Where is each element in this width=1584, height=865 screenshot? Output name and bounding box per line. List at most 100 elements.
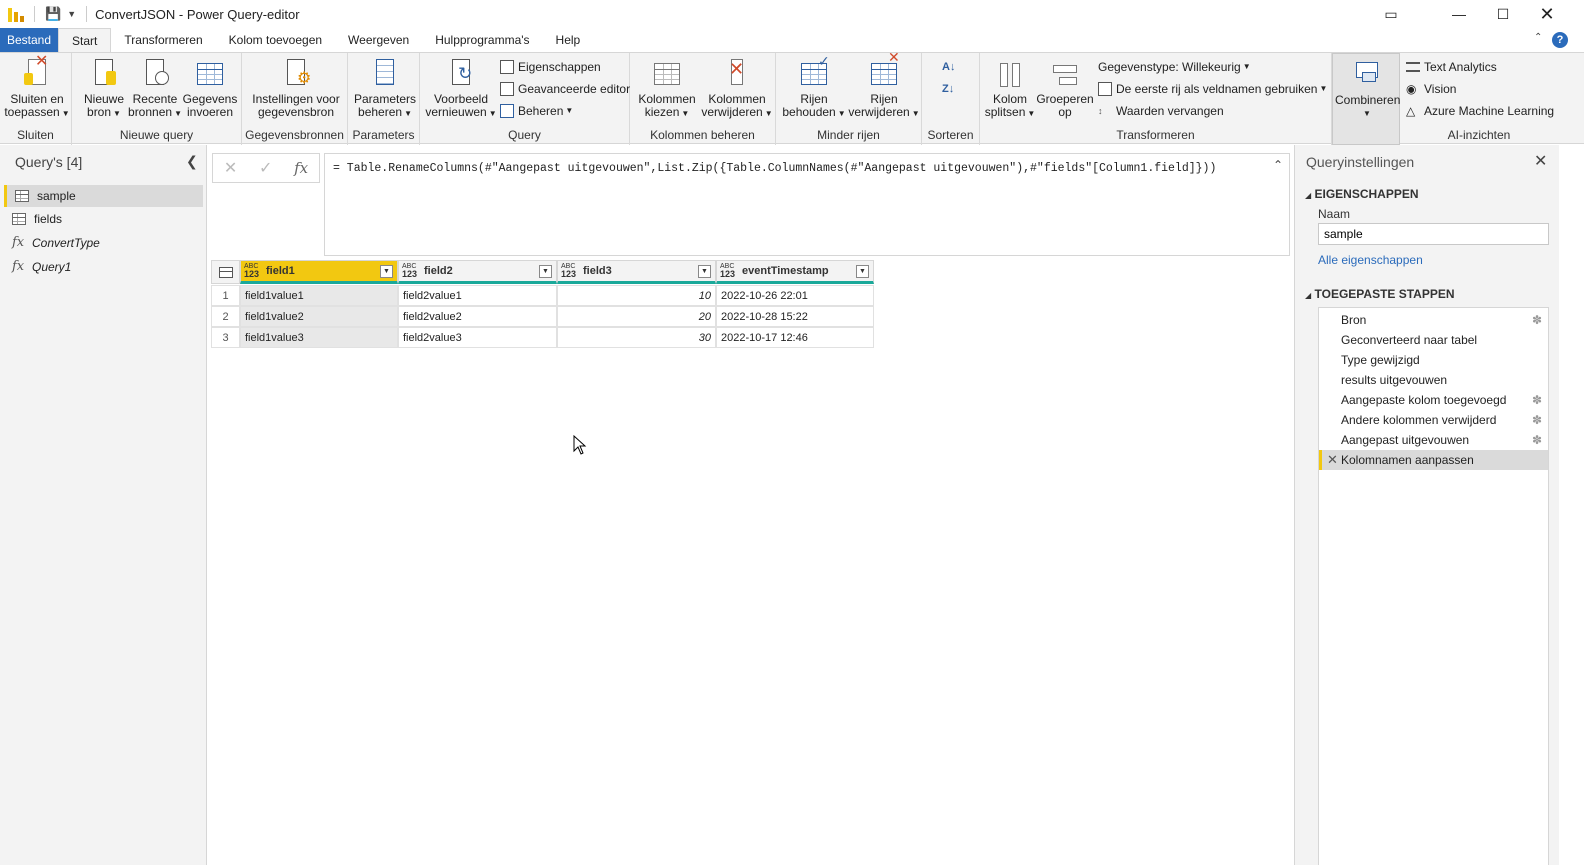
query-name-input[interactable] bbox=[1318, 223, 1549, 245]
text-analytics-button[interactable]: Text Analytics bbox=[1406, 57, 1497, 77]
cancel-formula-icon[interactable]: ✕ bbox=[224, 158, 237, 178]
choose-columns-button[interactable]: Kolommen kiezen ▼ bbox=[636, 57, 698, 120]
properties-section-title[interactable]: ◢ EIGENSCHAPPEN bbox=[1305, 187, 1419, 201]
step-item-aangepaste-kolom[interactable]: Aangepaste kolom toegevoegd ✽ bbox=[1319, 390, 1548, 410]
applied-steps-section-title[interactable]: ◢ TOEGEPASTE STAPPEN bbox=[1305, 287, 1455, 301]
row-number[interactable]: 3 bbox=[211, 327, 240, 348]
combine-button[interactable]: Combineren ▼ bbox=[1335, 58, 1400, 120]
tab-hulpprogrammas[interactable]: Hulpprogramma's bbox=[422, 28, 542, 52]
row-number[interactable]: 1 bbox=[211, 285, 240, 306]
table-cell[interactable]: field2value1 bbox=[398, 285, 557, 306]
split-column-button[interactable]: Kolom splitsen ▼ bbox=[984, 57, 1036, 120]
formula-bar[interactable]: = Table.RenameColumns(#"Aangepast uitgev… bbox=[324, 153, 1290, 256]
help-icon[interactable]: ? bbox=[1552, 32, 1568, 48]
enter-data-button[interactable]: Gegevens invoeren bbox=[182, 57, 238, 119]
collapse-queries-icon[interactable]: ❮ bbox=[186, 153, 198, 170]
column-header-field3[interactable]: ABC 123 field3 ▼ bbox=[557, 260, 716, 284]
sort-descending-button[interactable]: Z↓ bbox=[942, 79, 954, 99]
close-window-button[interactable]: ✕ bbox=[1524, 0, 1570, 28]
tab-bestand[interactable]: Bestand bbox=[0, 28, 59, 52]
group-parameters: Parameters beheren ▼ Parameters bbox=[348, 53, 420, 145]
row-number[interactable]: 2 bbox=[211, 306, 240, 327]
manage-params-button[interactable]: Parameters beheren ▼ bbox=[352, 57, 418, 120]
all-properties-link[interactable]: Alle eigenschappen bbox=[1318, 253, 1423, 267]
gear-icon[interactable]: ✽ bbox=[1532, 390, 1542, 410]
step-item-andere-kolommen[interactable]: Andere kolommen verwijderd ✽ bbox=[1319, 410, 1548, 430]
filter-dropdown-icon[interactable]: ▼ bbox=[698, 265, 711, 278]
properties-button[interactable]: Eigenschappen bbox=[500, 57, 601, 77]
confirm-formula-icon[interactable]: ✓ bbox=[259, 158, 272, 178]
close-settings-icon[interactable]: ✕ bbox=[1534, 151, 1547, 171]
table-cell[interactable]: 2022-10-26 22:01 bbox=[716, 285, 874, 306]
replace-values-button[interactable]: ↕ Waarden vervangen bbox=[1098, 101, 1224, 121]
step-item-geconverteerd[interactable]: Geconverteerd naar tabel bbox=[1319, 330, 1548, 350]
query-item-fields[interactable]: fields bbox=[4, 208, 203, 230]
query-item-sample[interactable]: sample bbox=[4, 185, 203, 207]
table-cell[interactable]: 30 bbox=[557, 327, 716, 348]
restore-ribbon-icon[interactable]: ▭ bbox=[1368, 0, 1414, 28]
table-cell[interactable]: field1value2 bbox=[240, 306, 398, 327]
step-item-type-gewijzigd[interactable]: Type gewijzigd bbox=[1319, 350, 1548, 370]
collapse-formula-icon[interactable]: ⌃ bbox=[1273, 158, 1283, 172]
column-header-field2[interactable]: ABC 123 field2 ▼ bbox=[398, 260, 557, 284]
tab-weergeven[interactable]: Weergeven bbox=[335, 28, 422, 52]
filter-dropdown-icon[interactable]: ▼ bbox=[380, 265, 393, 278]
remove-rows-button[interactable]: ✕ Rijen verwijderen ▼ bbox=[848, 50, 920, 120]
query-item-query1[interactable]: fx Query1 bbox=[4, 256, 203, 278]
formula-text[interactable]: = Table.RenameColumns(#"Aangepast uitgev… bbox=[333, 162, 1216, 175]
table-menu-button[interactable] bbox=[211, 260, 240, 284]
tab-kolom-toevoegen[interactable]: Kolom toevoegen bbox=[216, 28, 335, 52]
gear-icon[interactable]: ✽ bbox=[1532, 410, 1542, 430]
table-cell[interactable]: 20 bbox=[557, 306, 716, 327]
delete-step-icon[interactable]: ✕ bbox=[1327, 450, 1338, 470]
manage-button[interactable]: Beheren ▼ bbox=[500, 101, 573, 121]
vision-button[interactable]: ◉ Vision bbox=[1406, 79, 1456, 99]
table-cell[interactable]: field1value1 bbox=[240, 285, 398, 306]
step-item-aangepast-uitgevouwen[interactable]: Aangepast uitgevouwen ✽ bbox=[1319, 430, 1548, 450]
window-title: ConvertJSON - Power Query-editor bbox=[95, 6, 300, 22]
table-cell[interactable]: 2022-10-28 15:22 bbox=[716, 306, 874, 327]
close-apply-button[interactable]: ✕ Sluiten en toepassen ▼ bbox=[4, 54, 70, 120]
gear-icon[interactable]: ✽ bbox=[1532, 430, 1542, 450]
step-item-kolomnamen-aanpassen[interactable]: ✕ Kolomnamen aanpassen bbox=[1319, 450, 1548, 470]
sort-ascending-button[interactable]: A↓ bbox=[942, 57, 955, 77]
azure-ml-button[interactable]: △ Azure Machine Learning bbox=[1406, 101, 1554, 121]
save-icon[interactable]: 💾 bbox=[45, 6, 61, 22]
table-cell[interactable]: field2value2 bbox=[398, 306, 557, 327]
keep-rows-button[interactable]: ✓ Rijen behouden ▼ bbox=[780, 54, 848, 120]
column-header-field1[interactable]: ABC 123 field1 ▼ bbox=[240, 260, 398, 284]
query-item-converttype[interactable]: fx ConvertType bbox=[4, 232, 203, 254]
first-row-headers-button[interactable]: De eerste rij als veldnamen gebruiken ▼ bbox=[1098, 79, 1327, 99]
advanced-editor-button[interactable]: Geavanceerde editor bbox=[500, 79, 630, 99]
column-header-eventtimestamp[interactable]: ABC 123 eventTimestamp ▼ bbox=[716, 260, 874, 284]
group-by-label-2: op bbox=[1058, 105, 1072, 119]
right-margin bbox=[1559, 145, 1584, 865]
source-settings-button[interactable]: ⚙ Instellingen voor gegevensbron bbox=[246, 57, 346, 119]
table-cell[interactable]: field1value3 bbox=[240, 327, 398, 348]
remove-columns-button[interactable]: ✕ Kolommen verwijderen ▼ bbox=[700, 57, 774, 120]
tab-help[interactable]: Help bbox=[543, 28, 594, 52]
quick-access-dropdown-icon[interactable]: ▼ bbox=[67, 9, 76, 19]
collapse-ribbon-icon[interactable]: ⌃ bbox=[1534, 32, 1542, 43]
table-cell[interactable]: field2value3 bbox=[398, 327, 557, 348]
filter-dropdown-icon[interactable]: ▼ bbox=[856, 265, 869, 278]
table-cell[interactable]: 2022-10-17 12:46 bbox=[716, 327, 874, 348]
gear-icon[interactable]: ✽ bbox=[1532, 310, 1542, 330]
step-item-bron[interactable]: Bron ✽ bbox=[1319, 310, 1548, 330]
refresh-preview-button[interactable]: ↻ Voorbeeld vernieuwen ▼ bbox=[424, 57, 498, 120]
group-by-button[interactable]: Groeperen op bbox=[1036, 57, 1094, 119]
step-item-results-uitgevouwen[interactable]: results uitgevouwen bbox=[1319, 370, 1548, 390]
filter-dropdown-icon[interactable]: ▼ bbox=[539, 265, 552, 278]
data-type-dropdown[interactable]: Gegevenstype: Willekeurig ▼ bbox=[1098, 57, 1251, 77]
new-source-button[interactable]: Nieuwe bron ▼ bbox=[80, 57, 128, 120]
refresh-preview-label-2: vernieuwen ▼ bbox=[425, 105, 497, 119]
advanced-editor-icon bbox=[500, 82, 514, 96]
fx-icon[interactable]: fx bbox=[294, 159, 308, 177]
table-cell[interactable]: 10 bbox=[557, 285, 716, 306]
query-label: sample bbox=[37, 189, 76, 203]
tab-start[interactable]: Start bbox=[58, 28, 112, 52]
maximize-button[interactable]: ☐ bbox=[1480, 0, 1526, 28]
tab-transformeren[interactable]: Transformeren bbox=[111, 28, 215, 52]
minimize-button[interactable]: — bbox=[1436, 0, 1482, 28]
recent-sources-button[interactable]: Recente bronnen ▼ bbox=[128, 57, 182, 120]
